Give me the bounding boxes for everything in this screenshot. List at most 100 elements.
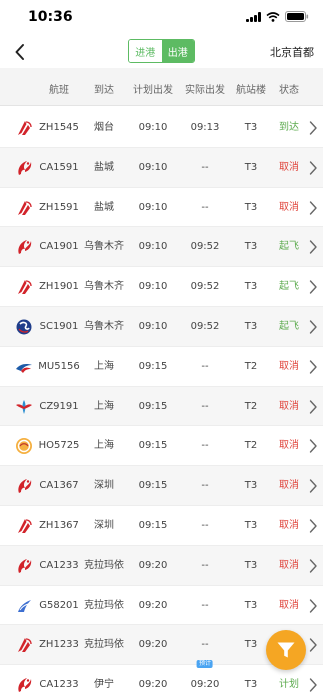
terminal: T3	[244, 241, 258, 253]
destination: 克拉玛依	[84, 599, 124, 611]
flight-row[interactable]: CZ9191 上海 09:15 -- T2 取消	[0, 386, 323, 427]
battery-icon	[285, 11, 309, 22]
status-icons	[246, 11, 309, 22]
flight-status: 起飞	[279, 320, 299, 332]
back-button[interactable]	[6, 38, 34, 66]
destination: 深圳	[94, 480, 114, 492]
terminal: T3	[244, 281, 258, 293]
actual-departure: 09:52	[190, 320, 220, 332]
actual-departure: --	[201, 440, 209, 452]
chevron-right-icon	[308, 239, 318, 255]
chevron-right-icon	[308, 160, 318, 176]
flight-row[interactable]: CA1591 盐城 09:10 -- T3 取消	[0, 147, 323, 188]
column-actual-departure: 实际出发	[185, 85, 225, 96]
flight-row[interactable]: ZH1591 盐城 09:10 -- T3 取消	[0, 187, 323, 228]
flight-row[interactable]: CA1901 乌鲁木齐 09:10 09:52 T3 起飞	[0, 227, 323, 268]
chevron-right-icon	[308, 637, 318, 653]
flight-number: CA1901	[39, 241, 79, 253]
actual-departure: 09:13	[190, 122, 220, 133]
planned-departure: 09:10	[138, 161, 168, 173]
terminal: T3	[244, 559, 258, 571]
chevron-left-icon	[15, 44, 24, 60]
planned-departure: 09:10	[138, 122, 168, 133]
flight-status: 取消	[279, 161, 299, 173]
destination: 烟台	[94, 122, 114, 133]
tab-departures[interactable]: 出港	[161, 40, 194, 62]
flight-number: HO5725	[38, 440, 80, 452]
air-china-logo	[15, 159, 33, 177]
flight-number: ZH1545	[39, 122, 79, 133]
flight-status: 取消	[279, 400, 299, 412]
flight-status: 取消	[279, 519, 299, 531]
wifi-icon	[266, 11, 280, 22]
flight-number: ZH1367	[39, 519, 79, 531]
flight-row[interactable]: ZH1901 乌鲁木齐 09:10 09:52 T3 起飞	[0, 267, 323, 307]
flight-row[interactable]: HO5725 上海 09:15 -- T2 取消	[0, 426, 323, 467]
destination: 乌鲁木齐	[84, 241, 124, 253]
column-status: 状态	[279, 85, 299, 96]
planned-departure: 09:10	[138, 281, 168, 293]
flight-number: CA1591	[39, 161, 79, 173]
destination: 克拉玛依	[84, 559, 124, 571]
flight-row[interactable]: ZH1367 深圳 09:15 -- T3 取消	[0, 505, 323, 546]
chevron-right-icon	[308, 120, 318, 136]
terminal: T3	[244, 161, 258, 173]
terminal: T3	[244, 519, 258, 531]
destination: 伊宁	[94, 679, 114, 691]
flight-status: 取消	[279, 440, 299, 452]
column-destination: 到达	[94, 85, 114, 96]
flight-row[interactable]: ZH1545 烟台 09:10 09:13 T3 到达	[0, 108, 323, 148]
flight-status: 取消	[279, 201, 299, 213]
terminal: T2	[244, 360, 258, 372]
flight-number: SC1901	[39, 320, 79, 332]
planned-departure: 09:15	[138, 400, 168, 412]
flight-list: ZH1545 烟台 09:10 09:13 T3 到达 CA1591 盐城 09:10 -- T3 取…	[0, 108, 323, 700]
flight-number: CA1233	[39, 559, 79, 571]
signal-icon	[246, 11, 261, 22]
actual-departure: --	[201, 519, 209, 531]
destination: 盐城	[94, 161, 114, 173]
flight-row[interactable]: SC1901 乌鲁木齐 09:10 09:52 T3 起飞	[0, 306, 323, 347]
flight-row[interactable]: G58201 克拉玛依 09:20 -- T3 取消	[0, 585, 323, 626]
planned-departure: 09:10	[138, 201, 168, 213]
filter-button[interactable]	[266, 630, 306, 670]
destination: 盐城	[94, 201, 114, 213]
planned-departure: 09:20	[138, 599, 168, 611]
flight-status: 到达	[279, 122, 299, 133]
china-eastern-logo	[15, 358, 33, 376]
terminal: T3	[244, 599, 258, 611]
terminal: T3	[244, 639, 258, 651]
actual-departure: 09:20 预计	[190, 660, 220, 691]
flight-row[interactable]: CA1233 伊宁 09:20 09:20 预计 T3 计划	[0, 660, 323, 700]
terminal: T3	[244, 480, 258, 492]
actual-departure: --	[201, 161, 209, 173]
juneyao-airlines-logo	[15, 437, 33, 455]
flight-row[interactable]: MU5156 上海 09:15 -- T2 取消	[0, 346, 323, 387]
flight-status: 起飞	[279, 241, 299, 253]
destination: 乌鲁木齐	[84, 281, 124, 293]
tab-arrivals[interactable]: 进港	[129, 40, 162, 62]
actual-departure: --	[201, 559, 209, 571]
shenzhen-airlines-logo	[15, 517, 33, 535]
flight-status: 计划	[279, 679, 299, 691]
air-china-logo	[15, 238, 33, 256]
terminal: T3	[244, 679, 258, 691]
planned-departure: 09:10	[138, 241, 168, 253]
chevron-right-icon	[308, 200, 318, 216]
arrival-departure-toggle: 进港 出港	[128, 39, 195, 63]
chevron-right-icon	[308, 558, 318, 574]
china-southern-logo	[15, 398, 33, 416]
flight-row[interactable]: CA1233 克拉玛依 09:20 -- T3 取消	[0, 545, 323, 586]
destination: 深圳	[94, 519, 114, 531]
flight-row[interactable]: CA1367 深圳 09:15 -- T3 取消	[0, 466, 323, 506]
airport-selector[interactable]: 北京首都	[270, 44, 314, 60]
flight-status: 取消	[279, 559, 299, 571]
planned-departure: 09:20	[138, 639, 168, 651]
air-china-logo	[15, 557, 33, 575]
destination: 乌鲁木齐	[84, 320, 124, 332]
planned-departure: 09:15	[138, 480, 168, 492]
actual-departure: --	[201, 360, 209, 372]
sichuan-airlines-logo	[15, 318, 33, 336]
destination: 上海	[94, 360, 114, 372]
chevron-right-icon	[308, 438, 318, 454]
